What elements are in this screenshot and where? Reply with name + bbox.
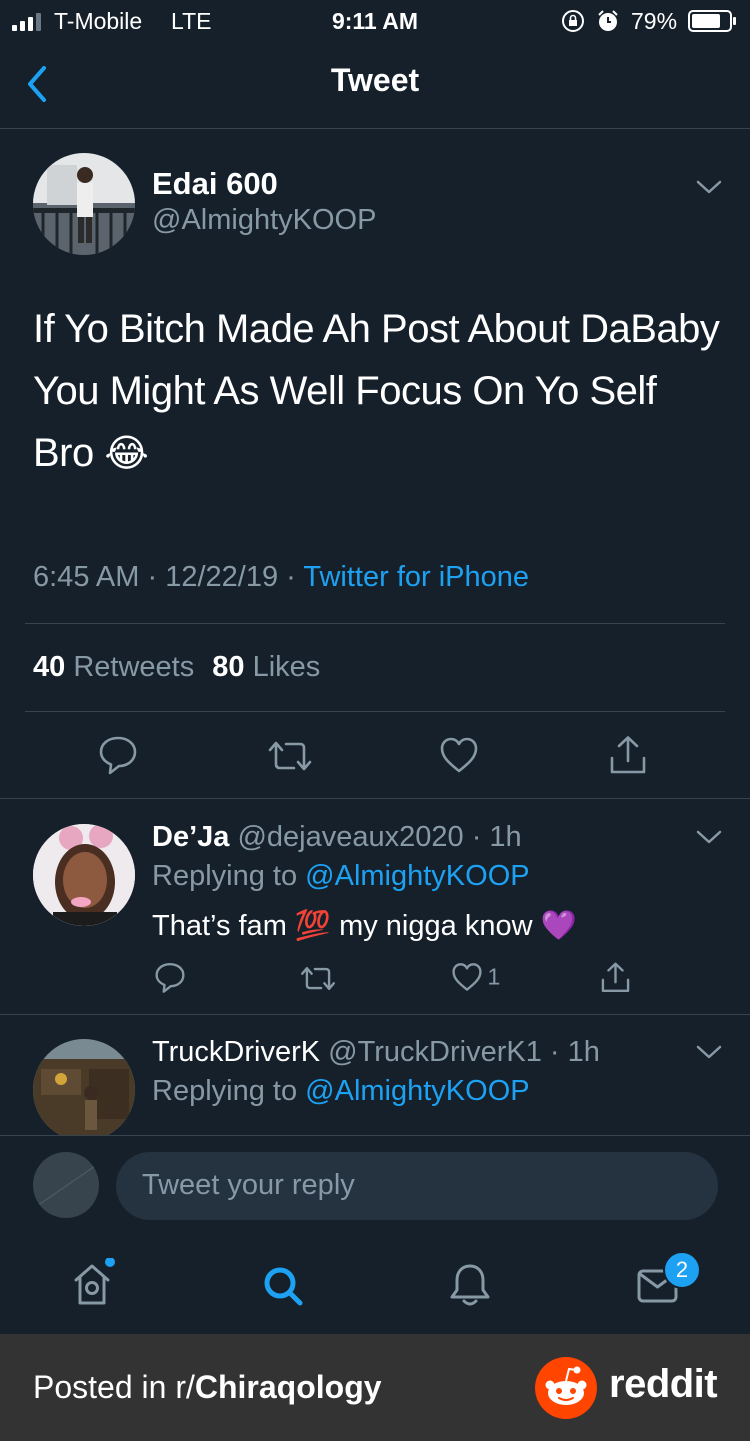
replying-to: Replying to @AlmightyKOOP — [152, 860, 530, 893]
home-icon — [74, 1257, 115, 1305]
page-title: Tweet — [330, 62, 420, 98]
reply-input-placeholder: Tweet your reply — [142, 1169, 355, 1201]
laughing-emoji: 😂 — [104, 433, 149, 475]
reply-display-name[interactable]: De’Ja — [152, 821, 229, 853]
tweet-options-button[interactable] — [694, 176, 724, 200]
retweets-count: 40 — [33, 651, 66, 683]
comment-icon — [99, 736, 137, 775]
status-bar: T-Mobile LTE 9:11 AM 79% — [0, 0, 750, 44]
tweet-date: 12/22/19 — [165, 561, 279, 593]
reddit-banner: Posted in r/Chiraqology reddit — [0, 1334, 750, 1441]
search-icon — [264, 1267, 303, 1306]
reply-options-button[interactable] — [694, 1041, 724, 1065]
engagement-stats: 40 Retweets 80 Likes — [33, 651, 320, 684]
divider — [0, 1135, 750, 1136]
reply-handle[interactable]: @dejaveaux2020 — [237, 821, 463, 853]
share-icon — [601, 962, 630, 993]
comment-icon — [155, 962, 185, 993]
replying-to: Replying to @AlmightyKOOP — [152, 1075, 530, 1108]
reply-like-count: 1 — [487, 963, 501, 990]
battery-percent: 79% — [631, 8, 678, 34]
chevron-down-icon — [696, 180, 722, 194]
reddit-wordmark: reddit — [609, 1362, 718, 1406]
meta-separator: · — [147, 561, 158, 593]
likes-label: Likes — [252, 651, 321, 683]
retweet-icon — [268, 741, 312, 771]
purple-heart-emoji: 💜 — [540, 910, 577, 942]
subreddit-name[interactable]: Chiraqology — [195, 1369, 382, 1405]
rotation-lock-icon — [561, 9, 585, 33]
tweet-time: 6:45 AM — [33, 561, 140, 593]
replying-to-link[interactable]: @AlmightyKOOP — [305, 860, 529, 892]
battery-icon — [688, 10, 736, 32]
divider — [25, 711, 725, 712]
reply-like-button[interactable]: 1 — [451, 962, 500, 992]
tab-search[interactable] — [260, 1264, 306, 1310]
replying-to-prefix: Replying to — [152, 860, 298, 892]
own-avatar[interactable] — [33, 1152, 99, 1218]
tweet-source-link[interactable]: Twitter for iPhone — [303, 561, 529, 593]
chevron-down-icon — [696, 830, 722, 844]
reply-input[interactable]: Tweet your reply — [116, 1152, 718, 1220]
posted-in-text: Posted in r/Chiraqology — [33, 1369, 382, 1406]
reply-display-name[interactable]: TruckDriverK — [152, 1036, 320, 1068]
reply-time: · 1h — [549, 1036, 600, 1068]
retweets-stat[interactable]: 40 Retweets — [33, 651, 202, 683]
chevron-down-icon — [696, 1045, 722, 1059]
reply-share-button[interactable] — [599, 961, 632, 999]
tweet-meta: 6:45 AM · 12/22/19 · Twitter for iPhone — [33, 561, 529, 594]
reply-handle[interactable]: @TruckDriverK1 — [328, 1036, 542, 1068]
reply-item[interactable]: TruckDriverK @TruckDriverK1 · 1h Replyin… — [0, 1015, 750, 1135]
share-icon — [610, 736, 646, 774]
retweet-button[interactable] — [266, 738, 314, 774]
alarm-icon — [596, 9, 620, 33]
retweet-icon — [300, 967, 336, 990]
divider — [0, 798, 750, 799]
new-content-dot — [105, 1257, 115, 1267]
reply-avatar[interactable] — [33, 824, 135, 926]
reply-header: TruckDriverK @TruckDriverK1 · 1h — [152, 1036, 600, 1069]
retweets-label: Retweets — [73, 651, 195, 683]
heart-icon — [440, 737, 478, 773]
reply-text-part: That’s fam — [152, 910, 287, 942]
reply-header: De’Ja @dejaveaux2020 · 1h — [152, 821, 522, 854]
divider — [25, 623, 725, 624]
like-button[interactable] — [439, 736, 479, 774]
replying-to-link[interactable]: @AlmightyKOOP — [305, 1075, 529, 1107]
likes-stat[interactable]: 80 Likes — [212, 651, 320, 683]
messages-badge: 2 — [663, 1251, 701, 1289]
messages-badge-count: 2 — [675, 1257, 689, 1282]
tab-home[interactable] — [72, 1257, 118, 1308]
reply-text-part: my nigga know — [339, 910, 533, 942]
heart-icon — [452, 963, 482, 991]
author-handle[interactable]: @AlmightyKOOP — [152, 204, 376, 237]
likes-count: 80 — [212, 651, 245, 683]
replying-to-prefix: Replying to — [152, 1075, 298, 1107]
reply-comment-button[interactable] — [154, 961, 186, 999]
share-button[interactable] — [607, 734, 649, 776]
posted-in-prefix: Posted in r/ — [33, 1369, 195, 1405]
bell-icon — [450, 1264, 490, 1306]
reply-avatar[interactable] — [33, 1039, 135, 1135]
reply-retweet-button[interactable] — [299, 964, 337, 998]
reply-button[interactable] — [98, 734, 138, 776]
tab-notifications[interactable] — [449, 1262, 491, 1308]
reddit-logo-icon — [535, 1357, 597, 1419]
hundred-emoji: 💯 — [294, 910, 332, 942]
reply-text: That’s fam 💯 my nigga know 💜 — [152, 909, 577, 943]
reply-options-button[interactable] — [694, 826, 724, 850]
tweet-text: If Yo Bitch Made Ah Post About DaBaby Yo… — [33, 298, 723, 485]
divider — [0, 128, 750, 129]
reply-time: · 1h — [471, 821, 522, 853]
author-avatar[interactable] — [33, 153, 135, 255]
author-display-name[interactable]: Edai 600 — [152, 166, 278, 202]
meta-separator: · — [286, 561, 296, 593]
